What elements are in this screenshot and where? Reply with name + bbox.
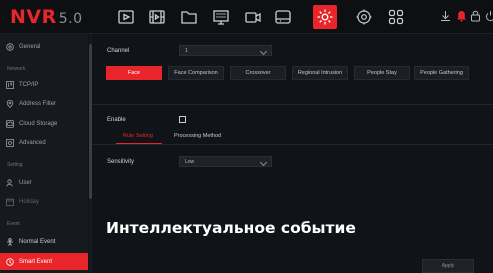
channel-label: Channel xyxy=(107,48,130,54)
sidebar-item-tcpip[interactable]: TCP/IP xyxy=(0,76,88,93)
network-icon[interactable] xyxy=(355,8,373,26)
power-icon[interactable] xyxy=(485,10,493,22)
calendar-icon xyxy=(6,198,14,206)
film-icon[interactable] xyxy=(148,8,166,26)
person-event-icon xyxy=(6,237,14,246)
sidebar-section-network: Network xyxy=(7,66,26,72)
chevron-down-icon xyxy=(259,158,268,167)
tab-face[interactable]: Face xyxy=(106,66,162,80)
smart-event-icon xyxy=(6,257,14,266)
sidebar-item-label: Advanced xyxy=(19,139,46,146)
camera-icon[interactable] xyxy=(244,8,262,26)
sidebar-item-address-filter[interactable]: Address Filter xyxy=(0,95,88,112)
sidebar-section-setting: Setting xyxy=(7,162,23,168)
cloud-icon xyxy=(6,119,14,128)
channel-select[interactable]: 1 xyxy=(179,45,272,56)
apply-button[interactable]: Apply xyxy=(422,259,474,273)
settings-icon[interactable] xyxy=(313,5,337,29)
folder-icon[interactable] xyxy=(180,8,198,26)
enable-label: Enable xyxy=(107,117,126,123)
tab-people-gathering[interactable]: People Gathering xyxy=(414,66,469,80)
top-navigation-bar: NVR 5.0 xyxy=(0,0,493,34)
section-divider xyxy=(93,104,493,105)
enable-checkbox[interactable] xyxy=(179,116,186,123)
storage-icon[interactable] xyxy=(274,8,292,26)
sidebar-item-label: Holiday xyxy=(19,198,40,205)
subtab-rule-setting[interactable]: Rule Setting xyxy=(123,133,153,139)
tab-regional-intrusion[interactable]: Regional Intrusion xyxy=(292,66,348,80)
sidebar-item-label: Address Filter xyxy=(19,100,57,107)
user-icon xyxy=(6,178,14,187)
brand-logo: NVR 5.0 xyxy=(10,6,83,28)
sidebar-scrollbar[interactable] xyxy=(89,34,92,273)
advanced-icon xyxy=(6,138,14,147)
sensitivity-select-value: Low xyxy=(185,159,195,165)
tab-crossover[interactable]: Crossover xyxy=(230,66,286,80)
monitor-icon[interactable] xyxy=(212,8,230,26)
overlay-caption: Интеллектуальное событие xyxy=(106,219,356,237)
download-icon[interactable] xyxy=(440,10,451,22)
chevron-down-icon xyxy=(259,47,268,56)
sidebar-item-advanced[interactable]: Advanced xyxy=(0,134,88,151)
sidebar-section-event: Event xyxy=(7,221,20,227)
grid-icon[interactable] xyxy=(387,8,405,26)
sidebar-item-holiday[interactable]: Holiday xyxy=(0,193,88,210)
sidebar-item-normal-event[interactable]: Normal Event xyxy=(0,233,88,250)
tab-face-comparison[interactable]: Face Comparison xyxy=(168,66,224,80)
scrollbar-thumb[interactable] xyxy=(89,44,92,199)
tab-people-stay[interactable]: People Stay xyxy=(354,66,410,80)
sidebar-item-label: User xyxy=(19,179,32,186)
sidebar-item-label: Cloud Storage xyxy=(19,120,58,127)
settings-circle-icon xyxy=(6,42,14,51)
sidebar-item-general[interactable]: General xyxy=(0,38,88,55)
sidebar-item-cloud-storage[interactable]: Cloud Storage xyxy=(0,115,88,132)
subtab-processing-method[interactable]: Processing Method xyxy=(174,133,221,139)
location-pin-icon xyxy=(6,99,14,108)
sidebar-item-smart-event[interactable]: Smart Event xyxy=(0,253,88,270)
sidebar-item-user[interactable]: User xyxy=(0,174,88,191)
alarm-icon[interactable] xyxy=(456,10,467,22)
sidebar-item-label: General xyxy=(19,43,41,50)
sidebar-item-label: Normal Event xyxy=(19,238,56,245)
ip-icon xyxy=(6,80,14,89)
playback-icon[interactable] xyxy=(117,8,135,26)
lock-icon[interactable] xyxy=(470,10,481,22)
sidebar-item-label: Smart Event xyxy=(19,258,53,265)
channel-select-value: 1 xyxy=(185,48,188,54)
subtab-divider xyxy=(93,144,493,145)
sensitivity-select[interactable]: Low xyxy=(179,156,272,167)
sidebar-item-label: TCP/IP xyxy=(19,81,39,88)
sensitivity-label: Sensitivity xyxy=(107,159,135,165)
